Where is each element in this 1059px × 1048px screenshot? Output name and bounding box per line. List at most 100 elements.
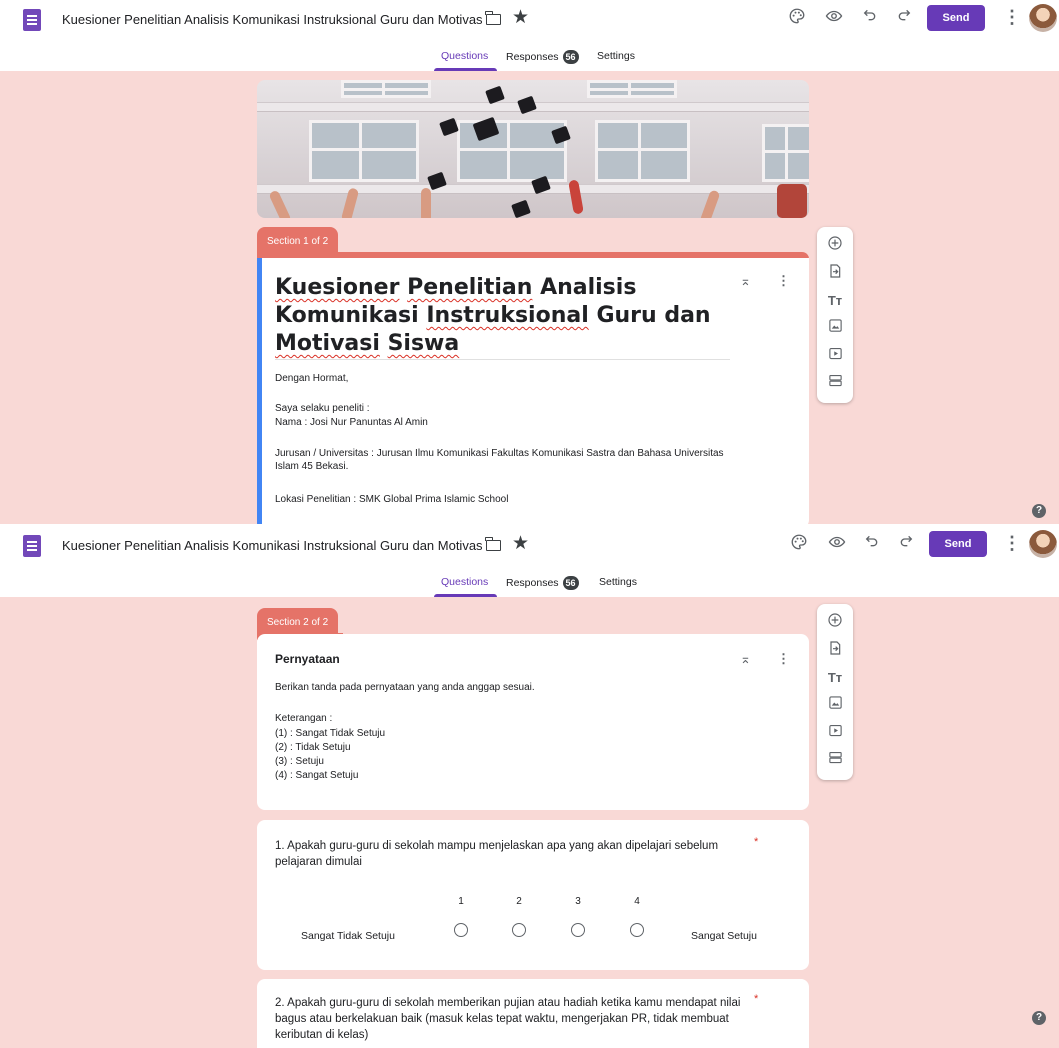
- add-section-svg: [828, 751, 842, 764]
- building-window: [587, 80, 677, 98]
- eye-icon-svg: [828, 536, 846, 548]
- help-icon[interactable]: ?: [1032, 1011, 1046, 1025]
- section-more-icon[interactable]: ⋮: [777, 652, 790, 666]
- section-title[interactable]: Pernyataan: [275, 652, 340, 666]
- graduation-cap: [511, 199, 531, 218]
- tab-responses-label: Responses: [506, 576, 559, 589]
- add-image-icon[interactable]: [824, 695, 846, 717]
- scale-radio-2[interactable]: [512, 923, 526, 937]
- add-question-svg: [828, 236, 842, 250]
- question-title[interactable]: 1. Apakah guru-guru di sekolah mampu men…: [275, 838, 745, 870]
- folder-icon[interactable]: [485, 537, 501, 551]
- send-button[interactable]: Send: [929, 531, 987, 557]
- folder-icon[interactable]: [485, 11, 501, 25]
- required-asterisk: *: [754, 993, 759, 1005]
- top-bar: Kuesioner Penelitian Analisis Komunikasi…: [0, 0, 1059, 40]
- star-icon[interactable]: ★: [512, 8, 529, 27]
- legend-item: (4) : Sangat Setuju: [275, 770, 359, 781]
- building-window: [595, 120, 690, 182]
- floating-toolbar: Tт: [817, 604, 853, 780]
- building-window: [309, 120, 419, 182]
- redo-icon-svg: [898, 9, 911, 21]
- scale-low-label: Sangat Tidak Setuju: [301, 930, 395, 942]
- star-icon[interactable]: ★: [512, 534, 529, 553]
- document-title[interactable]: Kuesioner Penelitian Analisis Komunikasi…: [62, 538, 482, 553]
- tab-questions[interactable]: Questions: [441, 50, 488, 62]
- section-more-icon[interactable]: ⋮: [777, 274, 790, 288]
- legend-item: (2) : Tidak Setuju: [275, 742, 351, 753]
- forms-logo-icon[interactable]: [23, 535, 41, 557]
- tab-settings[interactable]: Settings: [597, 50, 635, 62]
- redo-icon[interactable]: [893, 7, 915, 29]
- question-card[interactable]: 2. Apakah guru-guru di sekolah memberika…: [257, 979, 809, 1048]
- avatar[interactable]: [1029, 4, 1057, 32]
- editor-tabs: Questions Responses 56 Settings: [0, 44, 1059, 72]
- redo-icon-svg: [900, 535, 913, 547]
- add-section-icon[interactable]: [824, 373, 846, 395]
- more-vert-icon[interactable]: ⋮: [1003, 8, 1021, 26]
- more-vert-icon[interactable]: ⋮: [1003, 534, 1021, 552]
- forms-logo-icon[interactable]: [23, 9, 41, 31]
- floating-toolbar: Tт: [817, 227, 853, 403]
- title-word: Motivasi: [275, 331, 380, 356]
- redo-icon[interactable]: [895, 533, 917, 555]
- title-word: Instruksional: [426, 303, 589, 328]
- add-video-icon[interactable]: [824, 346, 846, 368]
- import-questions-icon[interactable]: [824, 640, 846, 662]
- tab-responses[interactable]: Responses 56: [506, 50, 579, 64]
- document-title[interactable]: Kuesioner Penelitian Analisis Komunikasi…: [62, 12, 482, 27]
- undo-icon[interactable]: [859, 7, 881, 29]
- editor-pane-bottom: Kuesioner Penelitian Analisis Komunikasi…: [0, 526, 1059, 1048]
- add-video-svg: [828, 724, 842, 737]
- form-title[interactable]: Kuesioner Penelitian Analisis Komunikasi…: [275, 274, 735, 358]
- description-location: Lokasi Penelitian : SMK Global Prima Isl…: [275, 494, 509, 505]
- section-header-card[interactable]: Pernyataan ⌅ ⋮ Berikan tanda pada pernya…: [257, 634, 809, 810]
- palette-icon[interactable]: [788, 533, 810, 555]
- tab-questions[interactable]: Questions: [441, 576, 488, 588]
- help-icon[interactable]: ?: [1032, 504, 1046, 518]
- import-questions-svg: [830, 641, 841, 655]
- question-card[interactable]: 1. Apakah guru-guru di sekolah mampu men…: [257, 820, 809, 970]
- collapse-section-icon[interactable]: ⌅: [740, 652, 751, 666]
- collapse-section-icon[interactable]: ⌅: [740, 274, 751, 288]
- scale-number: 4: [634, 896, 640, 907]
- raised-hand: [777, 184, 807, 218]
- palette-icon-svg: [791, 534, 807, 550]
- add-section-icon[interactable]: [824, 750, 846, 772]
- avatar[interactable]: [1029, 530, 1057, 558]
- description-intro: Saya selaku peneliti :: [275, 403, 370, 414]
- add-question-icon[interactable]: [824, 235, 846, 257]
- import-questions-icon[interactable]: [824, 263, 846, 285]
- tab-settings[interactable]: Settings: [599, 576, 637, 588]
- undo-icon[interactable]: [861, 533, 883, 555]
- header-image[interactable]: [257, 80, 809, 218]
- tab-responses-label: Responses: [506, 50, 559, 63]
- title-divider: [275, 359, 730, 360]
- description-name: Nama : Josi Nur Panuntas Al Amin: [275, 417, 428, 428]
- undo-icon-svg: [865, 535, 878, 547]
- section-header-card[interactable]: Kuesioner Penelitian Analisis Komunikasi…: [257, 258, 809, 524]
- title-word: Guru dan: [596, 303, 711, 328]
- palette-icon[interactable]: [786, 7, 808, 29]
- tab-responses[interactable]: Responses 56: [506, 576, 579, 590]
- eye-icon[interactable]: [823, 7, 845, 29]
- legend-item: (3) : Setuju: [275, 756, 324, 767]
- eye-icon[interactable]: [826, 533, 848, 555]
- scale-radio-3[interactable]: [571, 923, 585, 937]
- scale-radio-4[interactable]: [630, 923, 644, 937]
- send-button[interactable]: Send: [927, 5, 985, 31]
- add-image-icon[interactable]: [824, 318, 846, 340]
- building-window: [341, 80, 431, 98]
- add-video-icon[interactable]: [824, 723, 846, 745]
- title-word: Kuesioner: [275, 275, 400, 300]
- description-greeting: Dengan Hormat,: [275, 373, 349, 384]
- add-question-icon[interactable]: [824, 612, 846, 634]
- editor-tabs: Questions Responses 56 Settings: [0, 570, 1059, 598]
- top-bar: Kuesioner Penelitian Analisis Komunikasi…: [0, 526, 1059, 566]
- add-title-icon[interactable]: Tт: [824, 290, 846, 312]
- description-major: Jurusan / Universitas : Jurusan Ilmu Kom…: [275, 448, 724, 472]
- scale-radio-1[interactable]: [454, 923, 468, 937]
- add-image-svg: [828, 696, 842, 709]
- question-title[interactable]: 2. Apakah guru-guru di sekolah memberika…: [275, 995, 745, 1043]
- add-title-icon[interactable]: Tт: [824, 667, 846, 689]
